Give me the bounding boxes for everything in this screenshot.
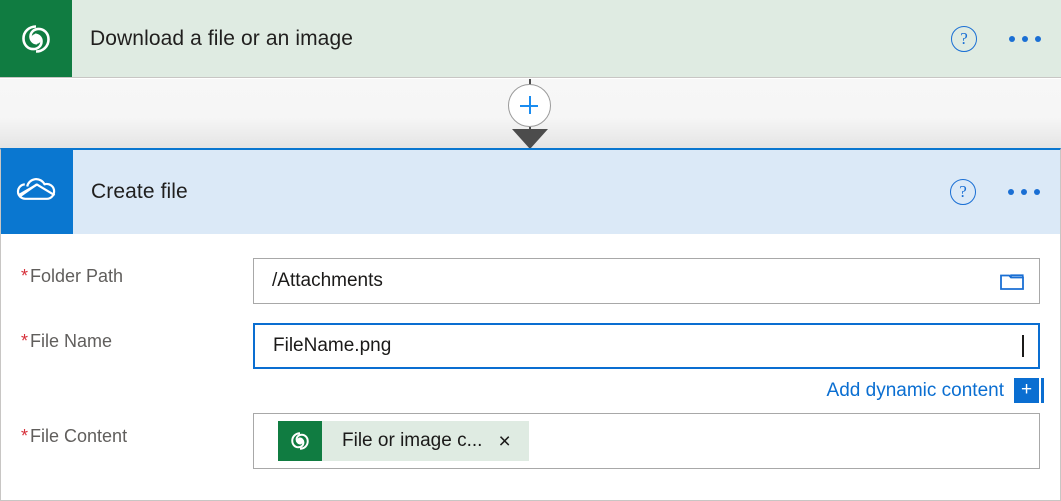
file-name-value: FileName.png bbox=[273, 335, 1021, 357]
file-content-label-text: File Content bbox=[30, 426, 127, 446]
action-title: Create file bbox=[91, 180, 188, 204]
token-label: File or image c... bbox=[322, 430, 498, 452]
header-action-group: ? bbox=[950, 179, 1042, 205]
form-row-file-content: *File Content bbox=[1, 413, 1060, 469]
folder-path-control: /Attachments bbox=[253, 258, 1040, 304]
form-row-file-name: *File Name FileName.png Add dynamic cont… bbox=[1, 323, 1060, 403]
header-action-group: ? bbox=[951, 26, 1043, 52]
file-name-label: *File Name bbox=[21, 323, 253, 352]
action-header[interactable]: Create file ? bbox=[1, 150, 1060, 234]
muhimbi-swirl-icon bbox=[15, 18, 57, 60]
token-remove-icon[interactable]: × bbox=[498, 431, 528, 452]
help-icon[interactable]: ? bbox=[950, 179, 976, 205]
more-options-icon[interactable] bbox=[1007, 30, 1043, 48]
help-icon[interactable]: ? bbox=[951, 26, 977, 52]
action-card-download-file[interactable]: Download a file or an image ? bbox=[0, 0, 1061, 78]
action-card-create-file[interactable]: Create file ? *Folder Path /Attachments bbox=[0, 148, 1061, 501]
add-step-button[interactable] bbox=[508, 84, 551, 127]
form-row-folder-path: *Folder Path /Attachments bbox=[1, 258, 1060, 304]
file-content-input[interactable]: File or image c... × bbox=[253, 413, 1040, 469]
dynamic-content-token[interactable]: File or image c... × bbox=[278, 421, 529, 461]
file-content-label: *File Content bbox=[21, 413, 253, 447]
folder-picker-icon[interactable] bbox=[999, 271, 1025, 291]
action-title: Download a file or an image bbox=[90, 27, 353, 51]
onedrive-cloud-icon bbox=[14, 175, 60, 209]
folder-path-label: *Folder Path bbox=[21, 258, 253, 287]
required-marker: * bbox=[21, 331, 28, 351]
file-content-control: File or image c... × bbox=[253, 413, 1040, 469]
file-name-control: FileName.png Add dynamic content + bbox=[253, 323, 1040, 403]
add-dynamic-content-button[interactable]: + bbox=[1014, 378, 1039, 403]
action-icon-tile bbox=[1, 150, 73, 234]
file-name-label-text: File Name bbox=[30, 331, 112, 351]
create-file-form: *Folder Path /Attachments *File Name bbox=[1, 234, 1060, 469]
swirl-center bbox=[31, 33, 41, 43]
muhimbi-swirl-icon bbox=[287, 428, 313, 454]
action-header[interactable]: Download a file or an image ? bbox=[0, 0, 1061, 77]
more-options-icon[interactable] bbox=[1006, 183, 1042, 201]
folder-path-label-text: Folder Path bbox=[30, 266, 123, 286]
file-name-input[interactable]: FileName.png bbox=[253, 323, 1040, 369]
action-icon-tile bbox=[0, 0, 72, 77]
required-marker: * bbox=[21, 426, 28, 446]
add-dynamic-content-link[interactable]: Add dynamic content bbox=[827, 380, 1004, 402]
required-marker: * bbox=[21, 266, 28, 286]
folder-path-value: /Attachments bbox=[272, 270, 999, 292]
add-dynamic-content-row: Add dynamic content + bbox=[253, 378, 1040, 403]
token-source-icon bbox=[278, 421, 322, 461]
text-cursor bbox=[1022, 335, 1024, 357]
connector-arrow-icon bbox=[512, 129, 548, 149]
folder-path-input[interactable]: /Attachments bbox=[253, 258, 1040, 304]
